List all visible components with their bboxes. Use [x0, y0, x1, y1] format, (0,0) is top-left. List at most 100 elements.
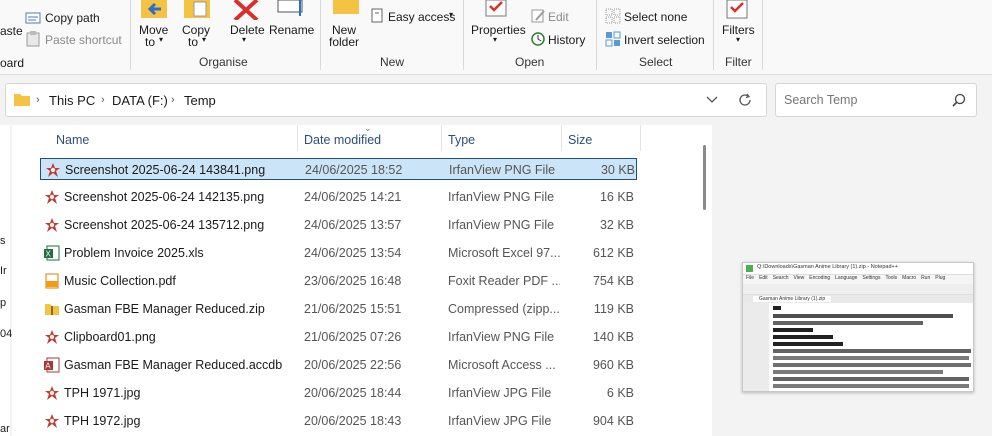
nav-item-partial[interactable]: Ir: [0, 265, 7, 277]
preview-menu-bar: File Edit Search View Encoding Language Settin…: [743, 275, 973, 284]
search-input[interactable]: [782, 90, 946, 110]
preview-menu-item: Edit: [759, 275, 768, 281]
file-type: Microsoft Excel 97...: [448, 246, 560, 260]
column-header-name[interactable]: Name: [56, 133, 89, 147]
preview-pane: Q:\Downloads\Gasman Anime Library (1).zi…: [714, 125, 992, 436]
excel-icon: X: [44, 245, 60, 261]
preview-menu-item: Language: [835, 275, 858, 281]
nav-item-partial[interactable]: s: [0, 235, 6, 247]
file-name: Problem Invoice 2025.xls: [64, 246, 204, 260]
preview-text-area: [743, 303, 973, 391]
irfanview-icon: [45, 162, 61, 178]
chevron-down-icon: ▾: [736, 35, 741, 44]
file-list[interactable]: Name ⌄ Date modified Type Size Screensho…: [12, 123, 712, 436]
filters-button[interactable]: Filters ▾: [720, 0, 756, 50]
paste-button-label[interactable]: aste: [0, 24, 23, 38]
file-date: 23/06/2025 16:48: [304, 274, 402, 288]
preview-menu-item: Run: [921, 275, 931, 281]
ribbon-divider: [130, 0, 131, 70]
file-name: TPH 1971.jpg: [64, 386, 141, 400]
file-date: 20/06/2025 18:44: [304, 386, 402, 400]
preview-menu-item: File: [746, 275, 755, 281]
chevron-down-icon: ▾: [202, 35, 207, 44]
ribbon-divider: [463, 0, 464, 70]
column-divider[interactable]: [561, 125, 562, 151]
file-size: 140 KB: [592, 330, 634, 344]
rename-icon: [277, 0, 303, 16]
easy-access-button[interactable]: Easy access ▾: [369, 8, 459, 26]
column-header-size[interactable]: Size: [568, 133, 592, 147]
file-row[interactable]: Screenshot 2025-06-24 142135.png 24/06/20…: [40, 186, 637, 208]
file-row[interactable]: Screenshot 2025-06-24 135712.png 24/06/20…: [40, 214, 637, 236]
select-none-button[interactable]: Select none: [605, 8, 695, 26]
refresh-icon[interactable]: [738, 93, 752, 107]
chevron-down-icon[interactable]: [706, 96, 718, 104]
column-header-row: Name ⌄ Date modified Type Size: [12, 123, 712, 153]
invert-selection-label: Invert selection: [624, 33, 705, 47]
column-header-type[interactable]: Type: [448, 133, 475, 147]
file-size: 904 KB: [592, 414, 634, 428]
file-row[interactable]: Clipboard01.png 21/06/2025 07:26 IrfanView…: [40, 326, 637, 348]
edit-button[interactable]: Edit: [530, 8, 580, 26]
svg-text:X: X: [46, 250, 52, 259]
properties-icon: [485, 0, 507, 17]
preview-menu-item: View: [793, 275, 805, 281]
preview-menu-item: Encoding: [809, 275, 831, 281]
open-group-label: Open: [515, 55, 545, 69]
file-date: 21/06/2025 15:51: [304, 302, 402, 316]
copy-path-button[interactable]: Copy path: [25, 9, 125, 27]
folder-icon: [14, 94, 30, 106]
move-to-button[interactable]: Move to ▾: [137, 0, 171, 50]
nav-item-partial[interactable]: 04: [0, 328, 12, 340]
notepad-icon: [746, 265, 753, 272]
file-row[interactable]: TPH 1972.jpg 20/06/2025 18:43 IrfanView JP…: [40, 410, 637, 432]
file-row[interactable]: TPH 1971.jpg 20/06/2025 18:44 IrfanView JP…: [40, 382, 637, 404]
search-box[interactable]: [775, 83, 977, 117]
navigation-pane[interactable]: s Ir p 04 ar: [0, 125, 12, 436]
new-group-label: New: [380, 55, 405, 69]
file-row[interactable]: Screenshot 2025-06-24 143841.png 24/06/20…: [40, 158, 637, 180]
file-row[interactable]: X Problem Invoice 2025.xls 24/06/2025 13:5…: [40, 242, 637, 264]
column-divider[interactable]: [297, 125, 298, 151]
column-divider[interactable]: [640, 125, 641, 151]
breadcrumb-this-pc[interactable]: This PC: [49, 93, 95, 108]
ribbon-divider: [713, 0, 714, 70]
irfanview-icon: [44, 217, 60, 233]
rename-button[interactable]: Rename: [269, 0, 314, 50]
new-folder-button[interactable]: New folder: [327, 0, 365, 50]
preview-toolbar: [743, 284, 973, 295]
breadcrumb-temp[interactable]: Temp: [184, 93, 216, 108]
filter-group-label: Filter: [725, 55, 752, 69]
irfanview-icon: [44, 385, 60, 401]
vertical-scrollbar[interactable]: [703, 145, 706, 210]
preview-menu-item: Plug: [935, 275, 946, 281]
paste-shortcut-button[interactable]: Paste shortcut: [25, 31, 125, 49]
breadcrumb-data-drive[interactable]: DATA (F:): [112, 93, 168, 108]
address-bar[interactable]: › This PC › DATA (F:) › Temp: [5, 83, 767, 117]
access-icon: A: [44, 357, 60, 373]
copy-to-button[interactable]: Copy to ▾: [180, 0, 214, 50]
file-date: 21/06/2025 07:26: [304, 330, 402, 344]
nav-item-partial[interactable]: p: [0, 297, 6, 309]
new-folder-icon: [333, 0, 359, 14]
file-row[interactable]: Music Collection.pdf 23/06/2025 16:48 Foxi…: [40, 270, 637, 292]
select-group-label: Select: [639, 55, 673, 69]
file-name: Music Collection.pdf: [64, 274, 176, 288]
search-icon[interactable]: [952, 93, 966, 107]
column-header-date[interactable]: Date modified: [304, 133, 381, 147]
invert-selection-button[interactable]: Invert selection: [605, 31, 710, 49]
properties-button[interactable]: Properties ▾: [469, 0, 526, 50]
file-row[interactable]: Gasman FBE Manager Reduced.zip 21/06/2025…: [40, 298, 637, 320]
delete-button[interactable]: Delete ▾: [228, 0, 265, 50]
column-divider[interactable]: [441, 125, 442, 151]
paste-shortcut-icon: [26, 31, 40, 47]
chevron-down-icon: ▾: [242, 35, 247, 44]
history-button[interactable]: History: [530, 31, 590, 49]
file-size: 30 KB: [600, 163, 635, 177]
nav-item-partial[interactable]: ar: [0, 423, 10, 435]
file-date: 24/06/2025 14:21: [304, 190, 402, 204]
file-name: Gasman FBE Manager Reduced.accdb: [64, 358, 283, 372]
preview-window-title: Q:\Downloads\Gasman Anime Library (1).zi…: [757, 264, 898, 270]
file-date: 20/06/2025 18:43: [304, 414, 402, 428]
file-row[interactable]: A Gasman FBE Manager Reduced.accdb 20/06/2…: [40, 354, 637, 376]
